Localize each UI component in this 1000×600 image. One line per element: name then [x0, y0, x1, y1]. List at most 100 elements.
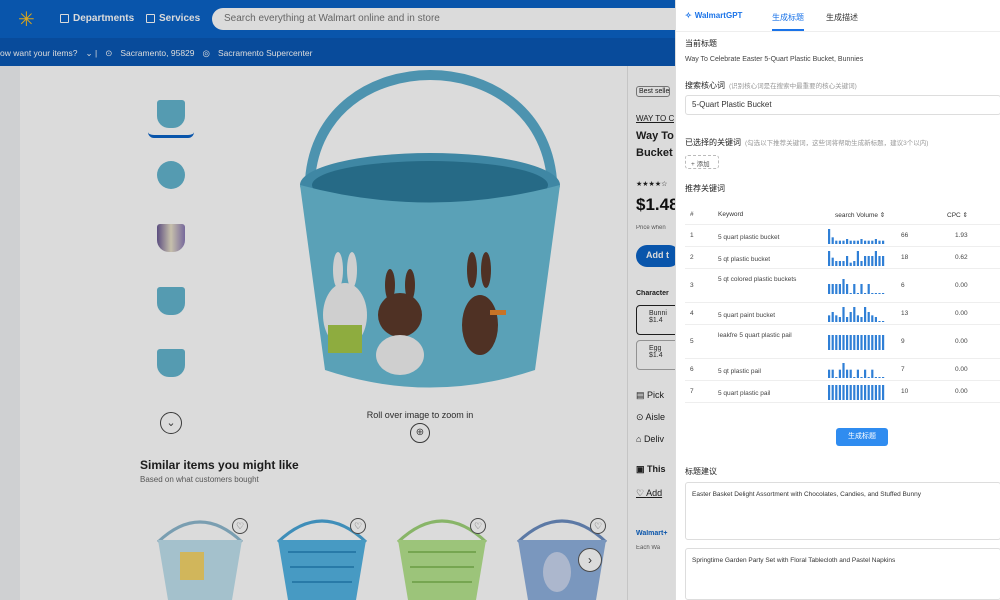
zoom-in-icon[interactable]: ⊕	[410, 423, 430, 443]
add-to-cart-button[interactable]: Add t	[636, 245, 680, 267]
title-suggestion-1[interactable]: Easter Basket Delight Assortment with Ch…	[685, 482, 1000, 540]
selected-keywords-label: 已选择的关键词 (勾选以下推荐关键词，这些词将帮助生成新标题，建议3个以内)	[685, 138, 929, 147]
row-keyword: 5 quart plastic bucket	[718, 234, 780, 241]
sparkline-bar	[838, 335, 841, 350]
row-keyword: 5 qt plastic pail	[718, 368, 761, 375]
row-index: 4	[690, 310, 694, 317]
table-row[interactable]: 5 leakfre 5 quart plastic pail 9 0.00	[685, 325, 1000, 359]
keyword-table: # Keyword search Volume ⇕ CPC ⇕ 1 5 quart…	[685, 205, 1000, 403]
favorite-heart-icon[interactable]: ♡	[470, 518, 486, 534]
favorite-heart-icon[interactable]: ♡	[590, 518, 606, 534]
location-text[interactable]: Sacramento, 95829	[120, 48, 194, 66]
sparkline-bar	[856, 251, 859, 266]
sparkline-bar	[849, 293, 852, 294]
thumbnail-2[interactable]	[148, 152, 194, 198]
thumbnail-3[interactable]	[148, 215, 194, 261]
sparkline-bar	[842, 307, 845, 322]
sparkline-bar	[842, 363, 845, 378]
core-keyword-hint: (识别核心词是在搜索中最重要的核心关键词)	[729, 83, 857, 90]
tab-generate-description[interactable]: 生成描述	[826, 12, 858, 23]
sparkline-bar	[838, 369, 841, 378]
sparkline-bar	[878, 385, 881, 400]
thumbnail-4[interactable]	[148, 278, 194, 324]
col-search-volume[interactable]: search Volume ⇕	[835, 211, 885, 219]
current-title-label: 当前标题	[685, 39, 717, 48]
logo-text: WalmartGPT	[694, 11, 743, 20]
generate-title-button[interactable]: 生成标题	[836, 428, 888, 446]
thumbnail-1[interactable]	[148, 92, 194, 138]
departments-button[interactable]: Departments	[60, 13, 134, 24]
title-suggestions-label: 标题建议	[685, 467, 717, 476]
sparkline-bar	[842, 335, 845, 350]
delivery-question[interactable]: ow want your items?	[0, 48, 77, 66]
add-to-list-link[interactable]: ♡ Add	[636, 488, 674, 499]
sparkline-bar	[864, 307, 867, 322]
thumbnail-5[interactable]	[148, 340, 194, 386]
row-keyword: leakfre 5 quart plastic pail	[718, 332, 792, 339]
store-text[interactable]: Sacramento Supercenter	[218, 48, 313, 66]
table-row[interactable]: 4 5 quart paint bucket 13 0.00	[685, 303, 1000, 325]
row-volume: 9	[901, 338, 905, 345]
row-volume: 66	[901, 232, 909, 239]
table-row[interactable]: 1 5 quart plastic bucket 66 1.93	[685, 225, 1000, 247]
sparkline-bar	[864, 369, 867, 378]
aisle-info: ⊙ Aisle	[636, 412, 666, 422]
row-volume: 7	[901, 366, 905, 373]
carousel-next-icon[interactable]: ›	[578, 548, 602, 572]
add-keyword-button[interactable]: + 添加	[685, 155, 719, 169]
sparkline-bar	[856, 335, 859, 350]
core-keyword-input[interactable]: 5-Quart Plastic Bucket	[685, 95, 1000, 115]
current-title-value: Way To Celebrate Easter 5-Quart Plastic …	[685, 56, 864, 63]
sparkline-bar	[871, 240, 874, 244]
row-keyword: 5 quart paint bucket	[718, 312, 776, 319]
sparkline-bar	[835, 261, 838, 266]
volume-sparkline	[828, 307, 885, 322]
volume-sparkline	[828, 385, 885, 400]
product-image[interactable]	[270, 70, 590, 400]
sparkline-bar	[831, 335, 834, 350]
sparkline-bar	[831, 369, 834, 378]
sparkline-bar	[838, 240, 841, 244]
favorite-heart-icon[interactable]: ♡	[232, 518, 248, 534]
services-button[interactable]: Services	[146, 13, 200, 24]
title-suggestion-2[interactable]: Springtime Garden Party Set with Floral …	[685, 548, 1000, 600]
table-row[interactable]: 3 5 qt colored plastic buckets 6 0.00	[685, 269, 1000, 303]
sparkline-bar	[831, 237, 834, 244]
sparkline-bar	[831, 312, 834, 322]
search-input[interactable]: Search everything at Walmart online and …	[212, 8, 692, 30]
row-volume: 13	[901, 310, 909, 317]
volume-sparkline	[828, 229, 885, 244]
sparkline-bar	[835, 240, 838, 244]
bucket-thumbnail-image	[157, 349, 185, 377]
product-price: $1.48	[636, 195, 676, 214]
bucket-thumbnail-image	[157, 287, 185, 315]
tab-generate-title[interactable]: 生成标题	[772, 12, 804, 31]
walmart-plus-banner[interactable]: Walmart+	[636, 530, 674, 537]
col-cpc[interactable]: CPC ⇕	[947, 211, 968, 219]
sparkline-bar	[878, 240, 881, 244]
similar-items-title: Similar items you might like	[140, 458, 299, 472]
brand-link[interactable]: WAY TO C	[636, 114, 674, 123]
rating-stars[interactable]: ★★★★☆	[636, 180, 674, 188]
walmartgpt-logo: ✧ WalmartGPT	[685, 11, 742, 20]
location-pin-icon: ⊙	[105, 48, 113, 58]
table-row[interactable]: 6 5 qt plastic pail 7 0.00	[685, 359, 1000, 381]
sparkline-bar	[874, 317, 877, 322]
sparkline-bar	[856, 240, 859, 244]
pickup-option: ▤ Pick	[636, 390, 665, 400]
character-option-eggs[interactable]: Egg $1.4	[636, 340, 680, 370]
sparkline-bar	[871, 335, 874, 350]
table-row[interactable]: 7 5 quart plastic pail 10 0.00	[685, 381, 1000, 403]
sparkline-bar	[867, 385, 870, 400]
sparkline-bar	[874, 385, 877, 400]
row-index: 3	[690, 282, 694, 289]
walmart-spark-icon[interactable]: ✳	[18, 9, 40, 31]
col-index: #	[690, 211, 694, 218]
core-keyword-label: 搜索核心词 (识别核心词是在搜索中最重要的核心关键词)	[685, 81, 857, 90]
thumbnail-scroll-down-icon[interactable]: ⌄	[160, 412, 182, 434]
favorite-heart-icon[interactable]: ♡	[350, 518, 366, 534]
character-option-bunnies[interactable]: Bunni $1.4	[636, 305, 680, 335]
table-header: # Keyword search Volume ⇕ CPC ⇕	[685, 205, 1000, 225]
departments-label: Departments	[73, 13, 135, 24]
table-row[interactable]: 2 5 qt plastic bucket 18 0.62	[685, 247, 1000, 269]
